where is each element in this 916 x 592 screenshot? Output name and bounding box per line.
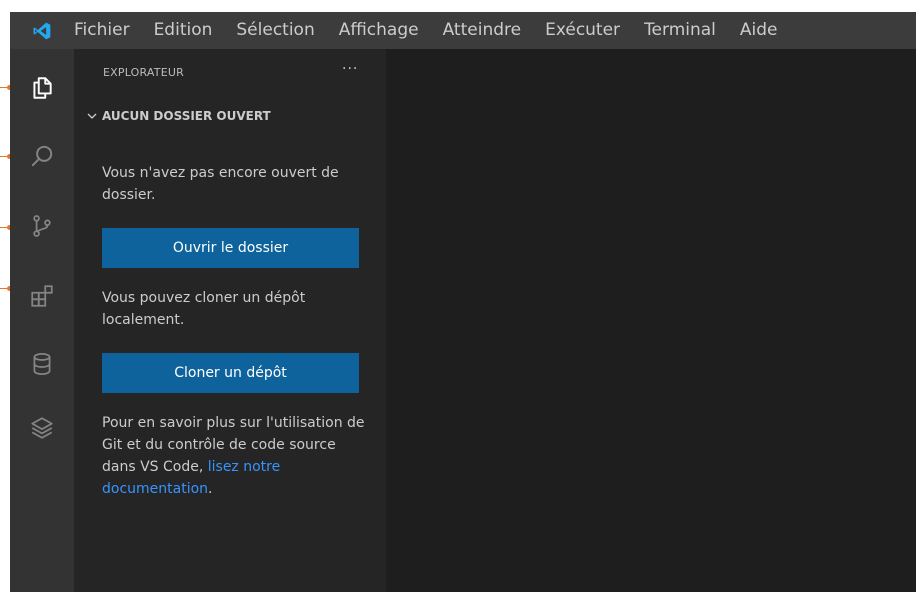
menu-aide[interactable]: Aide — [740, 12, 778, 49]
explorer-icon[interactable] — [10, 65, 74, 111]
menu-terminal[interactable]: Terminal — [644, 12, 716, 49]
menu-edition[interactable]: Edition — [154, 12, 213, 49]
vscode-window: Fichier Edition Sélection Affichage Atte… — [10, 12, 916, 592]
clone-message: Vous pouvez cloner un dépôt localement. — [102, 290, 306, 328]
clone-repository-button[interactable]: Cloner un dépôt — [102, 353, 359, 393]
vscode-logo-icon — [10, 12, 74, 49]
menu-bar: Fichier Edition Sélection Affichage Atte… — [74, 12, 802, 49]
section-title: AUCUN DOSSIER OUVERT — [102, 109, 271, 123]
menu-affichage[interactable]: Affichage — [339, 12, 419, 49]
no-folder-message: Vous n'avez pas encore ouvert de dossier… — [102, 165, 339, 203]
database-icon[interactable] — [10, 341, 74, 387]
editor-area — [386, 49, 916, 592]
menu-fichier[interactable]: Fichier — [74, 12, 130, 49]
more-actions-button[interactable]: ··· — [342, 61, 358, 77]
no-folder-section-header[interactable]: AUCUN DOSSIER OUVERT — [86, 109, 271, 123]
menu-atteindre[interactable]: Atteindre — [443, 12, 521, 49]
learn-more-message: Pour en savoir plus sur l'utilisation de… — [102, 412, 372, 500]
title-bar: Fichier Edition Sélection Affichage Atte… — [10, 12, 916, 49]
extensions-icon[interactable] — [10, 273, 74, 319]
layers-icon[interactable] — [10, 405, 74, 451]
menu-selection[interactable]: Sélection — [236, 12, 314, 49]
search-icon[interactable] — [10, 133, 74, 179]
link-suffix: . — [208, 481, 213, 497]
chevron-down-icon — [87, 113, 97, 119]
source-control-icon[interactable] — [10, 203, 74, 249]
open-folder-button[interactable]: Ouvrir le dossier — [102, 228, 359, 268]
explorer-sidebar: EXPLORATEUR ··· AUCUN DOSSIER OUVERT Vou… — [74, 49, 386, 592]
activity-bar — [10, 49, 74, 592]
sidebar-title: EXPLORATEUR — [103, 66, 184, 79]
menu-executer[interactable]: Exécuter — [545, 12, 620, 49]
